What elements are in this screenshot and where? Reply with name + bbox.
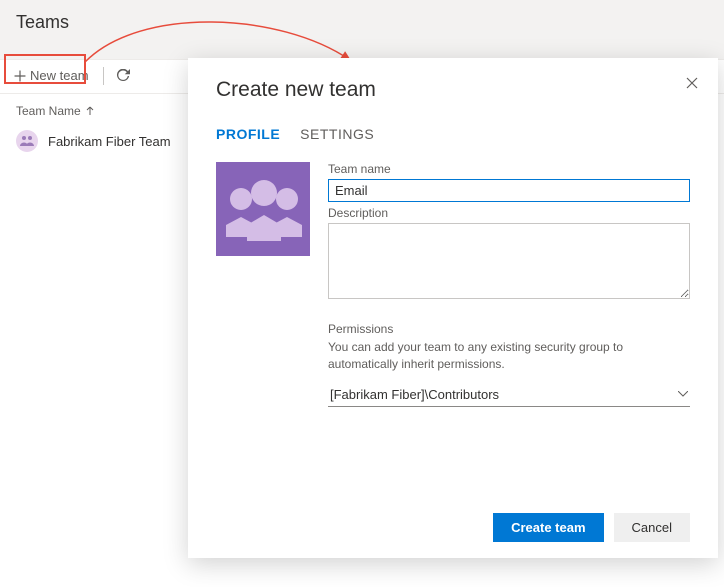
description-input[interactable] xyxy=(328,223,690,299)
sort-asc-icon xyxy=(85,106,95,116)
refresh-icon xyxy=(116,69,130,83)
team-name-input[interactable] xyxy=(328,179,690,202)
page-header: Teams xyxy=(0,0,724,60)
close-button[interactable] xyxy=(680,72,704,96)
close-icon xyxy=(686,77,698,89)
team-name-text: Fabrikam Fiber Team xyxy=(48,134,171,149)
dialog-footer: Create team Cancel xyxy=(493,513,690,542)
permissions-description: You can add your team to any existing se… xyxy=(328,339,690,373)
refresh-button[interactable] xyxy=(112,65,134,87)
permissions-label: Permissions xyxy=(328,322,690,336)
dialog-title: Create new team xyxy=(216,78,690,102)
toolbar-divider xyxy=(103,67,104,85)
permissions-select[interactable]: [Fabrikam Fiber]\Contributors xyxy=(328,383,690,407)
create-team-dialog: Create new team PROFILE SETTINGS Team na… xyxy=(188,58,718,558)
form-fields: Team name Description Permissions You ca… xyxy=(328,162,690,407)
people-icon xyxy=(217,163,309,255)
column-header-label: Team Name xyxy=(16,104,81,118)
permissions-block: Permissions You can add your team to any… xyxy=(328,322,690,407)
tab-profile[interactable]: PROFILE xyxy=(216,126,280,146)
team-avatar-large[interactable] xyxy=(216,162,310,256)
form-area: Team name Description Permissions You ca… xyxy=(216,162,690,407)
team-avatar xyxy=(16,130,38,152)
permissions-value: [Fabrikam Fiber]\Contributors xyxy=(330,387,499,402)
tabs: PROFILE SETTINGS xyxy=(216,126,690,146)
people-icon xyxy=(19,133,35,149)
tab-settings[interactable]: SETTINGS xyxy=(300,126,374,146)
new-team-button[interactable]: New team xyxy=(8,64,95,87)
new-team-label: New team xyxy=(30,68,89,83)
create-team-button[interactable]: Create team xyxy=(493,513,603,542)
team-name-label: Team name xyxy=(328,162,690,176)
cancel-button[interactable]: Cancel xyxy=(614,513,690,542)
plus-icon xyxy=(14,70,26,82)
description-label: Description xyxy=(328,206,690,220)
chevron-down-icon xyxy=(678,391,688,397)
page-title: Teams xyxy=(16,12,708,33)
